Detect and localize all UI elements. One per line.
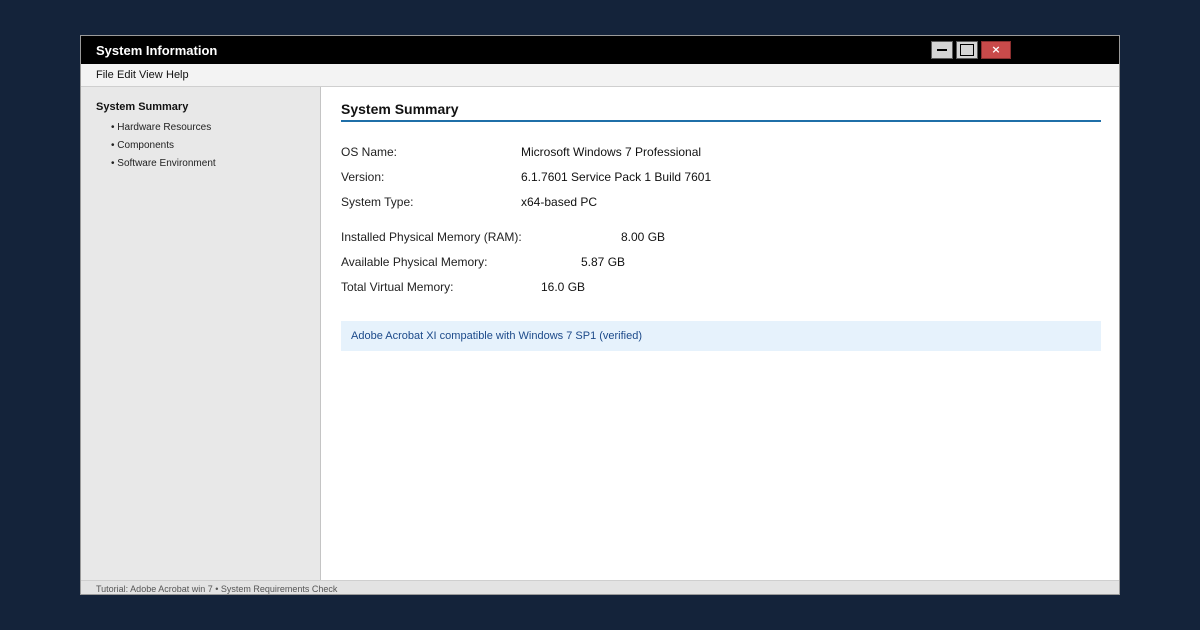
menu-edit[interactable]: Edit — [117, 69, 136, 81]
sidebar-item-system-summary[interactable]: System Summary — [96, 101, 188, 113]
minimize-button[interactable] — [931, 41, 953, 59]
sidebar-item-components[interactable]: • Components — [111, 140, 174, 151]
compatibility-message: Adobe Acrobat XI compatible with Windows… — [351, 330, 643, 342]
maximize-button[interactable] — [956, 41, 978, 59]
os-name-label: OS Name: — [341, 145, 398, 159]
title-bar[interactable]: System Information × — [81, 36, 1119, 64]
minimize-icon — [937, 49, 947, 51]
menu-help[interactable]: Help — [166, 69, 189, 81]
page-title: System Summary — [341, 101, 459, 117]
menu-bar: File Edit View Help — [81, 64, 1119, 87]
menu-file[interactable]: File — [96, 69, 114, 81]
title-divider — [341, 120, 1101, 122]
version-value: 6.1.7601 Service Pack 1 Build 7601 — [521, 170, 712, 184]
system-type-value: x64-based PC — [521, 195, 598, 209]
window-title: System Information — [96, 43, 218, 58]
close-icon: × — [991, 43, 1001, 56]
menu-view[interactable]: View — [139, 69, 163, 81]
available-memory-label: Available Physical Memory: — [341, 255, 488, 269]
compatibility-banner: Adobe Acrobat XI compatible with Windows… — [341, 321, 1101, 351]
status-bar: Tutorial: Adobe Acrobat win 7 • System R… — [81, 580, 1119, 594]
installed-memory-label: Installed Physical Memory (RAM): — [341, 230, 522, 244]
close-button[interactable]: × — [981, 41, 1011, 59]
virtual-memory-value: 16.0 GB — [541, 280, 586, 294]
sidebar-item-software-environment[interactable]: • Software Environment — [111, 158, 216, 169]
system-type-label: System Type: — [341, 195, 414, 209]
os-name-value: Microsoft Windows 7 Professional — [521, 145, 702, 159]
sidebar-item-hardware-resources[interactable]: • Hardware Resources — [111, 122, 211, 133]
virtual-memory-label: Total Virtual Memory: — [341, 280, 454, 294]
system-information-window: System Information × File Edit View Help… — [80, 35, 1120, 595]
sidebar: System Summary • Hardware Resources • Co… — [81, 87, 321, 580]
version-label: Version: — [341, 170, 385, 184]
installed-memory-value: 8.00 GB — [621, 230, 666, 244]
status-text: Tutorial: Adobe Acrobat win 7 • System R… — [96, 584, 338, 594]
available-memory-value: 5.87 GB — [581, 255, 626, 269]
main-panel: System Summary OS Name: Microsoft Window… — [321, 87, 1119, 580]
maximize-icon — [960, 44, 974, 56]
